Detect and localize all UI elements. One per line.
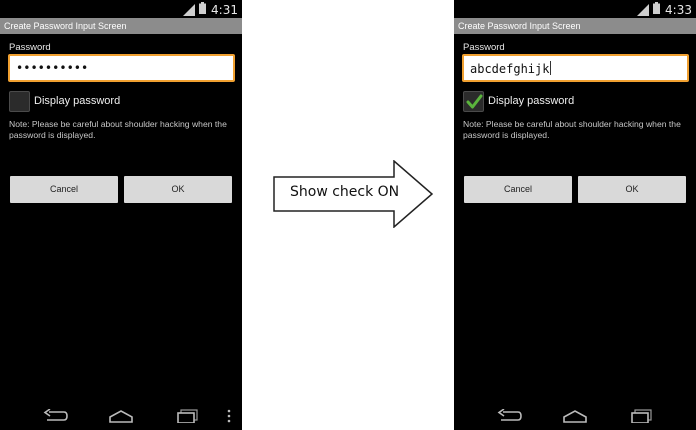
phone-screen-after: 4:33 Create Password Input Screen Passwo… (454, 0, 696, 430)
signal-icon (636, 3, 650, 16)
transition-arrow: Show check ON (272, 159, 434, 229)
shoulder-hacking-note: Note: Please be careful about shoulder h… (9, 119, 227, 140)
window-title: Create Password Input Screen (0, 18, 242, 34)
password-input[interactable]: abcdefghijk (462, 54, 689, 82)
cancel-button[interactable]: Cancel (464, 176, 572, 203)
phone-screen-before: 4:31 Create Password Input Screen Passwo… (0, 0, 242, 430)
clock: 4:31 (211, 2, 238, 17)
password-value: •••••••••• (16, 61, 89, 75)
clock: 4:33 (665, 2, 692, 17)
shoulder-hacking-note: Note: Please be careful about shoulder h… (463, 119, 681, 140)
nav-bar (0, 402, 242, 430)
back-icon[interactable] (43, 408, 69, 427)
home-icon[interactable] (562, 408, 588, 427)
text-cursor (550, 61, 552, 75)
password-value: abcdefghijk (470, 62, 550, 76)
display-password-label[interactable]: Display password (34, 95, 120, 107)
display-password-checkbox[interactable] (463, 91, 484, 112)
status-bar: 4:33 (454, 0, 696, 18)
battery-icon (199, 2, 207, 17)
arrow-label: Show check ON (290, 184, 400, 200)
signal-icon (182, 3, 196, 16)
password-input[interactable]: •••••••••• (8, 54, 235, 82)
home-icon[interactable] (108, 408, 134, 427)
nav-bar (454, 402, 696, 430)
display-password-label[interactable]: Display password (488, 95, 574, 107)
checkmark-icon (466, 94, 483, 109)
password-label: Password (463, 42, 505, 53)
recent-apps-icon[interactable] (630, 408, 654, 427)
display-password-checkbox[interactable] (9, 91, 30, 112)
overflow-menu-icon[interactable] (226, 408, 232, 427)
status-bar: 4:31 (0, 0, 242, 18)
back-icon[interactable] (497, 408, 523, 427)
window-title: Create Password Input Screen (454, 18, 696, 34)
cancel-button[interactable]: Cancel (10, 176, 118, 203)
password-label: Password (9, 42, 51, 53)
ok-button[interactable]: OK (578, 176, 686, 203)
ok-button[interactable]: OK (124, 176, 232, 203)
battery-icon (653, 2, 661, 17)
recent-apps-icon[interactable] (176, 408, 200, 427)
